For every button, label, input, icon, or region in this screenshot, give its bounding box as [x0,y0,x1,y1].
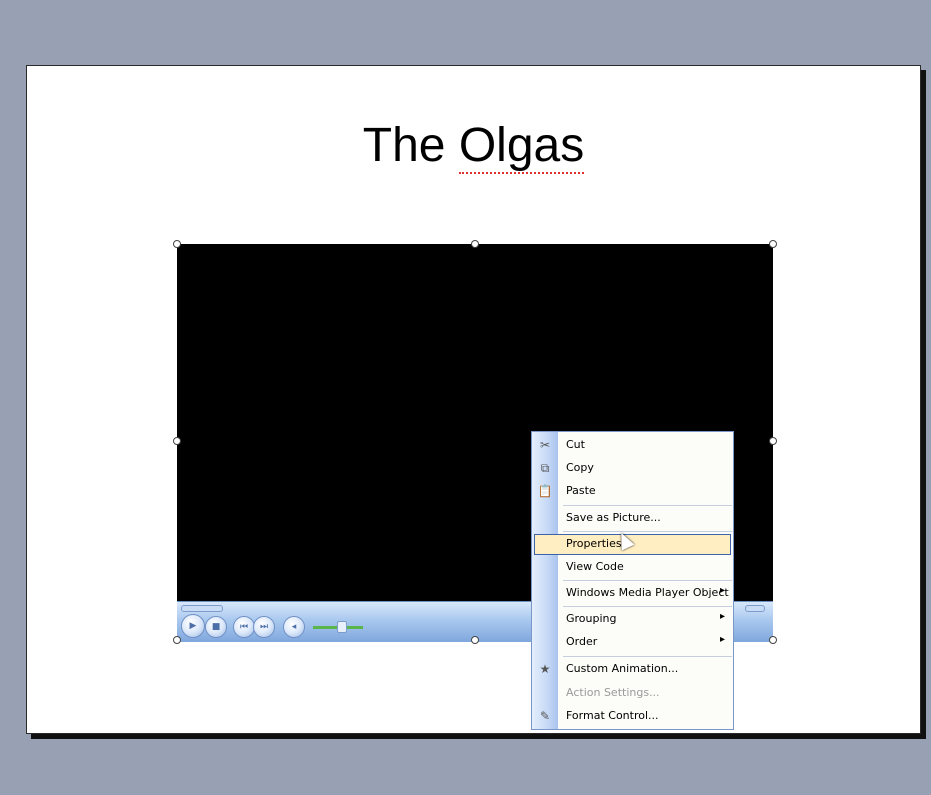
menu-item-label: Order [566,635,598,648]
copy-icon: ⧉ [540,460,550,475]
context-menu: ✂ Cut ⧉ Copy 📋 Paste Save as Picture... … [531,431,734,730]
menu-item-save-as-picture[interactable]: Save as Picture... [532,507,733,530]
selection-handle[interactable] [173,437,181,445]
menu-item-order[interactable]: Order ▸ [532,631,733,654]
menu-item-label: Windows Media Player Object [566,586,729,599]
paste-icon: 📋 [537,484,553,498]
menu-item-format-control[interactable]: ✎ Format Control... [532,705,733,728]
slide[interactable]: The Olgas ▶ ■ ⏮ ⏭ ◂ [26,65,921,734]
menu-separator [563,580,732,581]
slide-title-prefix: The [362,119,459,172]
menu-item-cut[interactable]: ✂ Cut [532,434,733,457]
selection-handle[interactable] [769,240,777,248]
selection-handle[interactable] [173,636,181,644]
selection-handle[interactable] [471,636,479,644]
menu-item-action-settings: Action Settings... [532,682,733,705]
menu-item-wmp-object[interactable]: Windows Media Player Object ▸ [532,582,733,605]
menu-separator [563,656,732,657]
format-control-icon: ✎ [539,709,551,723]
stop-button-icon[interactable]: ■ [205,616,227,638]
menu-item-label: Properties [566,537,622,550]
mute-button-icon[interactable]: ◂ [283,616,305,638]
menu-item-label: Format Control... [566,709,659,722]
volume-slider-knob[interactable] [337,621,347,633]
previous-button-icon[interactable]: ⏮ [233,616,255,638]
seek-bar[interactable] [181,605,223,612]
menu-item-label: Save as Picture... [566,511,661,524]
submenu-arrow-icon: ▸ [719,634,725,645]
menu-item-label: Action Settings... [566,686,660,699]
menu-item-grouping[interactable]: Grouping ▸ [532,608,733,631]
view-toggle[interactable] [745,605,765,612]
menu-item-label: Custom Animation... [566,662,679,675]
menu-item-label: View Code [566,560,624,573]
menu-item-custom-animation[interactable]: ★ Custom Animation... [532,658,733,681]
next-button-icon[interactable]: ⏭ [253,616,275,638]
menu-separator [563,606,732,607]
menu-item-view-code[interactable]: View Code [532,556,733,579]
submenu-arrow-icon: ▸ [719,611,725,622]
custom-animation-icon: ★ [539,662,551,676]
selection-handle[interactable] [769,437,777,445]
menu-item-copy[interactable]: ⧉ Copy [532,457,733,480]
menu-separator [563,505,732,506]
menu-separator [563,531,732,532]
menu-item-label: Cut [566,438,585,451]
selection-handle[interactable] [471,240,479,248]
menu-item-label: Paste [566,484,596,497]
menu-item-label: Grouping [566,612,617,625]
selection-handle[interactable] [769,636,777,644]
selection-handle[interactable] [173,240,181,248]
scissors-icon: ✂ [539,438,551,452]
play-button-icon[interactable]: ▶ [181,614,205,638]
slide-title[interactable]: The Olgas [27,118,920,174]
menu-item-paste[interactable]: 📋 Paste [532,480,733,503]
slide-title-misspelled-word: Olgas [458,119,585,174]
menu-item-label: Copy [566,461,594,474]
submenu-arrow-icon: ▸ [719,585,725,596]
